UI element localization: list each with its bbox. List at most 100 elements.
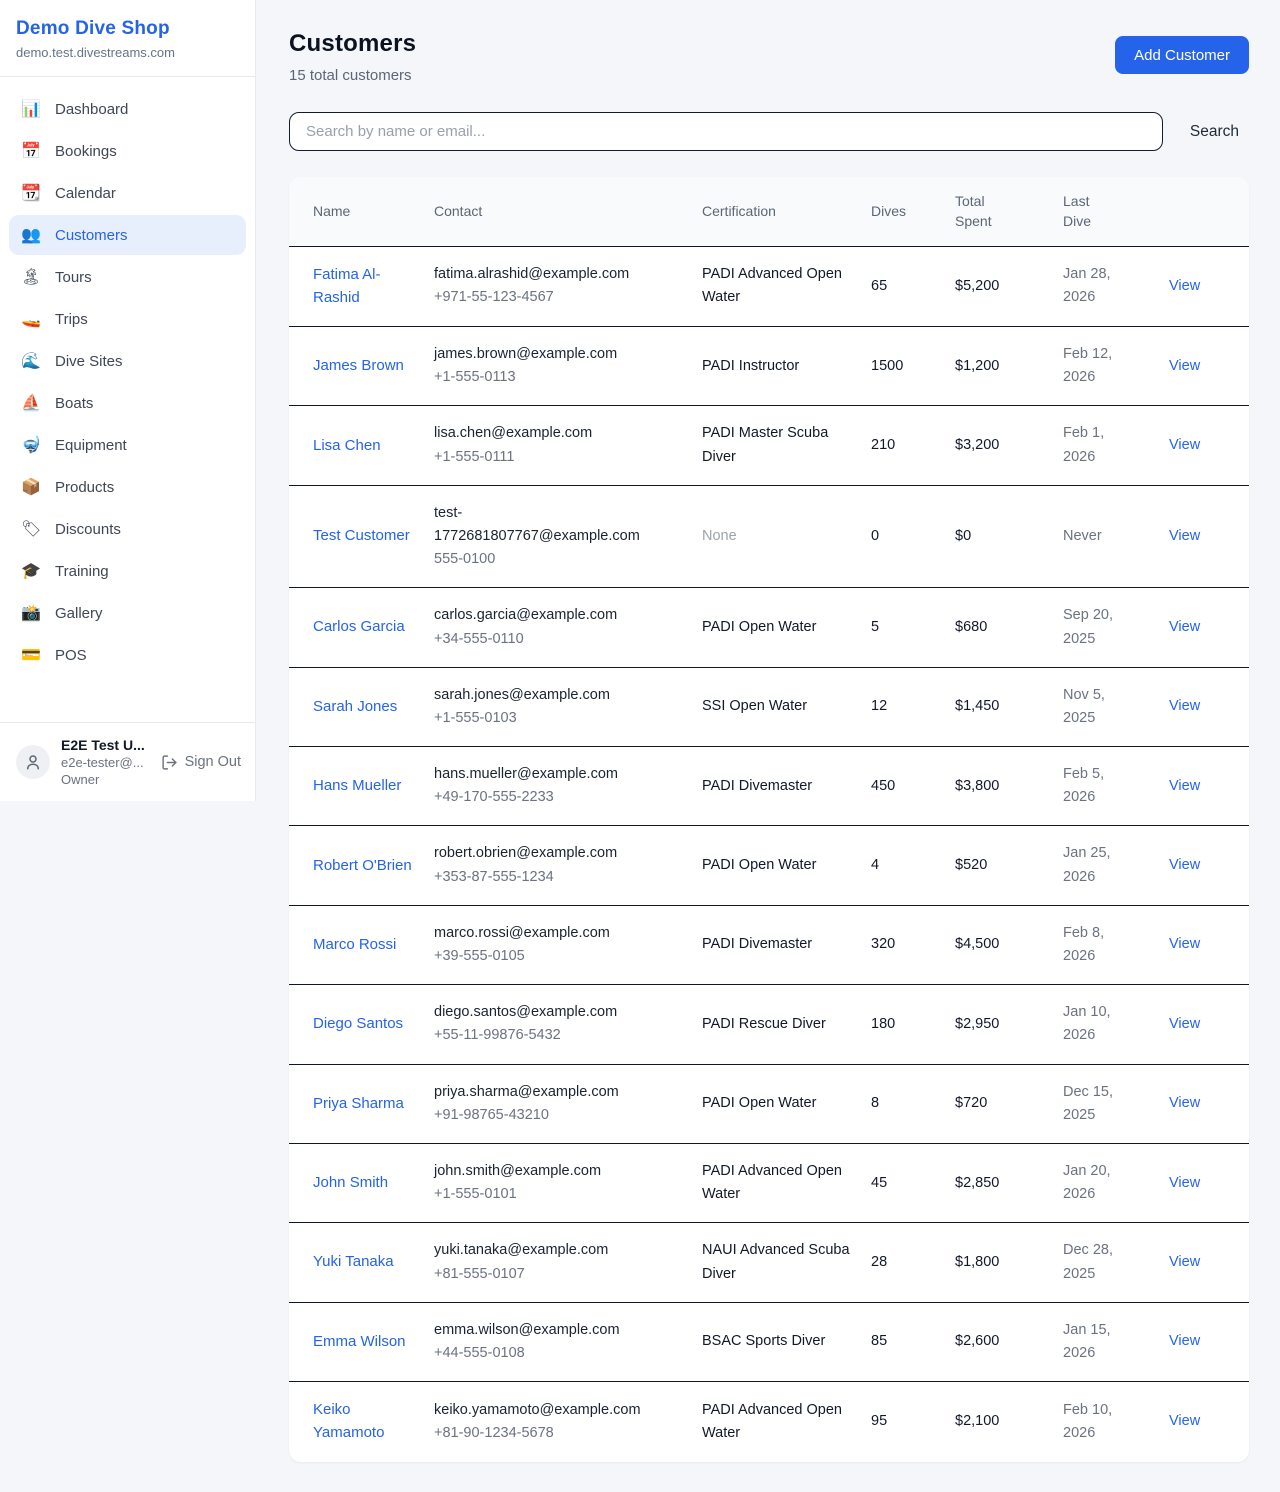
camera-icon: 📸 [21, 605, 41, 621]
view-customer-link[interactable]: View [1169, 278, 1200, 294]
sidebar-item-bookings[interactable]: 📅 Bookings [9, 131, 246, 171]
view-customer-link[interactable]: View [1169, 1095, 1200, 1111]
customer-total-spent: $1,200 [955, 327, 1063, 406]
customer-phone: +353-87-555-1234 [434, 866, 686, 889]
customer-name-link[interactable]: Robert O'Brien [313, 854, 412, 877]
column-header: Dives [871, 177, 955, 246]
view-customer-link[interactable]: View [1169, 857, 1200, 873]
customer-certification: PADI Instructor [702, 358, 799, 374]
people-icon: 👥 [21, 227, 41, 243]
view-customer-link[interactable]: View [1169, 778, 1200, 794]
sidebar-item-boats[interactable]: ⛵ Boats [9, 383, 246, 423]
view-customer-link[interactable]: View [1169, 1016, 1200, 1032]
sidebar-item-label: Discounts [55, 521, 121, 538]
customer-last-dive: Feb 8, 2026 [1063, 922, 1135, 968]
customer-email: hans.mueller@example.com [434, 763, 652, 786]
app-domain: demo.test.divestreams.com [16, 45, 239, 60]
tear-calendar-icon: 📆 [21, 185, 41, 201]
customer-dives: 5 [871, 588, 955, 667]
customer-certification: NAUI Advanced Scuba Diver [702, 1242, 850, 1281]
table-row: Fatima Al-Rashid fatima.alrashid@example… [289, 246, 1249, 326]
view-customer-link[interactable]: View [1169, 1413, 1200, 1429]
customer-last-dive: Feb 5, 2026 [1063, 763, 1135, 809]
customer-total-spent: $2,600 [955, 1302, 1063, 1381]
customer-email: james.brown@example.com [434, 343, 652, 366]
customer-name-link[interactable]: Keiko Yamamoto [313, 1398, 418, 1445]
customer-certification: PADI Open Water [702, 619, 816, 635]
sidebar-header: Demo Dive Shop demo.test.divestreams.com [0, 0, 255, 77]
customer-name-link[interactable]: Fatima Al-Rashid [313, 263, 418, 310]
view-customer-link[interactable]: View [1169, 437, 1200, 453]
sidebar-item-pos[interactable]: 💳 POS [9, 635, 246, 675]
customer-name-link[interactable]: John Smith [313, 1171, 388, 1194]
customer-dives: 65 [871, 246, 955, 326]
customer-certification: PADI Divemaster [702, 778, 812, 794]
sidebar-item-discounts[interactable]: 🏷 Discounts [9, 509, 246, 549]
customer-name-link[interactable]: Test Customer [313, 524, 410, 547]
customer-last-dive: Never [1063, 525, 1135, 548]
sidebar-item-tours[interactable]: 🏝 Tours [9, 257, 246, 297]
customer-phone: +44-555-0108 [434, 1342, 686, 1365]
sidebar-item-customers[interactable]: 👥 Customers [9, 215, 246, 255]
sign-out-button[interactable]: Sign Out [161, 754, 241, 771]
customer-phone: +39-555-0105 [434, 945, 686, 968]
customer-name-link[interactable]: Carlos Garcia [313, 615, 405, 638]
customer-dives: 210 [871, 406, 955, 485]
customer-name-link[interactable]: James Brown [313, 354, 404, 377]
customer-name-link[interactable]: Priya Sharma [313, 1092, 404, 1115]
customer-dives: 4 [871, 826, 955, 905]
customer-total-spent: $2,950 [955, 985, 1063, 1064]
sidebar-item-gallery[interactable]: 📸 Gallery [9, 593, 246, 633]
sidebar-item-dive-sites[interactable]: 🌊 Dive Sites [9, 341, 246, 381]
customer-total-spent: $5,200 [955, 246, 1063, 326]
sidebar-item-label: Trips [55, 311, 88, 328]
table-row: Test Customer test-1772681807767@example… [289, 485, 1249, 588]
search-button[interactable]: Search [1190, 123, 1239, 141]
customer-phone: +1-555-0111 [434, 446, 686, 469]
view-customer-link[interactable]: View [1169, 1254, 1200, 1270]
customer-certification: PADI Open Water [702, 857, 816, 873]
table-header-row: NameContactCertificationDivesTotal Spent… [289, 177, 1249, 246]
customer-name-link[interactable]: Sarah Jones [313, 695, 397, 718]
user-email: e2e-tester@... [61, 755, 145, 770]
customer-last-dive: Jan 20, 2026 [1063, 1160, 1135, 1206]
view-customer-link[interactable]: View [1169, 698, 1200, 714]
customer-email: yuki.tanaka@example.com [434, 1239, 652, 1262]
view-customer-link[interactable]: View [1169, 358, 1200, 374]
view-customer-link[interactable]: View [1169, 528, 1200, 544]
customer-name-link[interactable]: Yuki Tanaka [313, 1250, 394, 1273]
sidebar-item-dashboard[interactable]: 📊 Dashboard [9, 89, 246, 129]
add-customer-button[interactable]: Add Customer [1115, 36, 1249, 74]
table-row: Keiko Yamamoto keiko.yamamoto@example.co… [289, 1382, 1249, 1462]
customer-name-link[interactable]: Marco Rossi [313, 933, 396, 956]
customer-phone: +971-55-123-4567 [434, 286, 686, 309]
customer-phone: +91-98765-43210 [434, 1104, 686, 1127]
customer-name-link[interactable]: Lisa Chen [313, 434, 381, 457]
customer-certification: PADI Master Scuba Diver [702, 425, 828, 464]
sidebar-item-training[interactable]: 🎓 Training [9, 551, 246, 591]
customer-name-link[interactable]: Hans Mueller [313, 774, 401, 797]
customer-certification: SSI Open Water [702, 698, 807, 714]
sidebar-user-section: E2E Test U... e2e-tester@... Owner Sign … [0, 722, 255, 801]
sidebar-item-calendar[interactable]: 📆 Calendar [9, 173, 246, 213]
view-customer-link[interactable]: View [1169, 1333, 1200, 1349]
sidebar-item-products[interactable]: 📦 Products [9, 467, 246, 507]
customer-name-link[interactable]: Emma Wilson [313, 1330, 406, 1353]
view-customer-link[interactable]: View [1169, 1175, 1200, 1191]
column-header: Total Spent [955, 177, 1063, 246]
view-customer-link[interactable]: View [1169, 936, 1200, 952]
customer-dives: 85 [871, 1302, 955, 1381]
customer-last-dive: Dec 15, 2025 [1063, 1081, 1135, 1127]
table-row: Marco Rossi marco.rossi@example.com +39-… [289, 905, 1249, 984]
customer-name-link[interactable]: Diego Santos [313, 1012, 403, 1035]
customer-dives: 45 [871, 1143, 955, 1222]
customer-total-spent: $2,100 [955, 1382, 1063, 1462]
customer-certification: PADI Open Water [702, 1095, 816, 1111]
customer-phone: 555-0100 [434, 548, 686, 571]
view-customer-link[interactable]: View [1169, 619, 1200, 635]
sidebar-item-trips[interactable]: 🚤 Trips [9, 299, 246, 339]
sidebar-item-equipment[interactable]: 🤿 Equipment [9, 425, 246, 465]
search-input[interactable] [289, 112, 1163, 151]
column-header: Certification [702, 177, 871, 246]
sidebar-item-label: Equipment [55, 437, 127, 454]
